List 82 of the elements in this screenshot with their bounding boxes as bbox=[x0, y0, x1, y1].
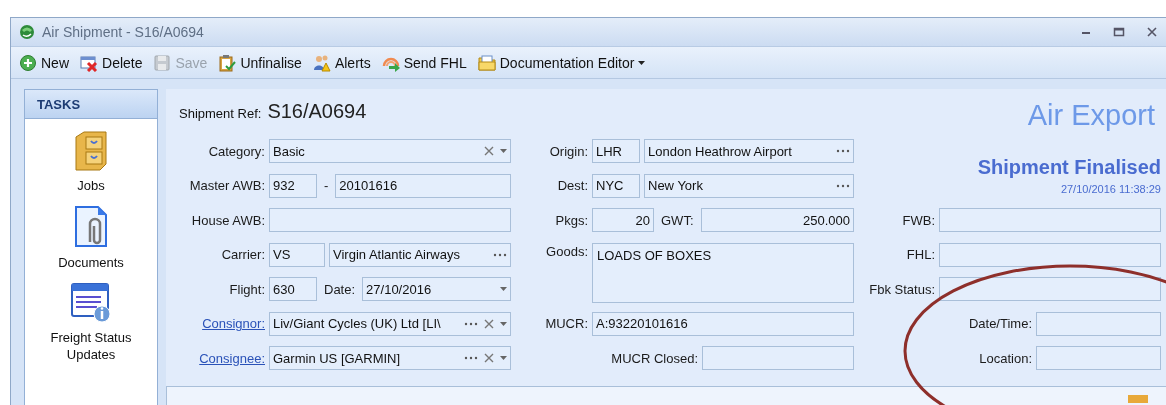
input-field[interactable]: NYC bbox=[592, 173, 640, 198]
field-label: House AWB: bbox=[190, 212, 265, 228]
page-heading: Air Export bbox=[1027, 99, 1155, 132]
toolbar-button[interactable]: Alerts bbox=[310, 51, 373, 74]
ellipsis-icon[interactable] bbox=[464, 356, 478, 361]
combo-field[interactable]: 27/10/2016 bbox=[362, 277, 511, 302]
dropdown-arrow-icon[interactable] bbox=[638, 60, 646, 65]
filing-cabinet-icon bbox=[74, 131, 108, 171]
field-label: GWT: bbox=[660, 212, 695, 228]
input-field[interactable] bbox=[939, 208, 1161, 233]
maximize-icon[interactable] bbox=[1113, 26, 1125, 38]
clear-icon[interactable] bbox=[484, 353, 494, 364]
app-logo-icon bbox=[19, 24, 35, 40]
field-link[interactable]: Consignee: bbox=[199, 350, 265, 366]
task-link[interactable]: Jobs bbox=[77, 177, 105, 194]
field-label: MUCR: bbox=[544, 316, 588, 332]
status-title: Shipment Finalised bbox=[977, 156, 1161, 179]
input-field[interactable] bbox=[1036, 311, 1161, 336]
shipment-ref: S16/A0694 bbox=[267, 100, 367, 122]
field-label: Flight: bbox=[228, 281, 265, 297]
input-field[interactable] bbox=[269, 208, 511, 233]
field-label: Date/Time: bbox=[967, 316, 1032, 332]
field-label: Category: bbox=[207, 143, 265, 159]
field-label: Location: bbox=[978, 350, 1032, 366]
clear-icon[interactable] bbox=[484, 146, 494, 157]
panel-header: TASKS bbox=[25, 90, 157, 119]
field-label: Pkgs: bbox=[554, 212, 588, 228]
input-field[interactable] bbox=[939, 277, 1161, 302]
toolbar-button[interactable]: Unfinalise bbox=[216, 51, 304, 74]
input-field[interactable]: 20 bbox=[592, 208, 654, 233]
ellipsis-icon[interactable] bbox=[464, 321, 478, 326]
field-label: Origin: bbox=[548, 143, 588, 159]
field-label: Carrier: bbox=[220, 247, 265, 263]
window-title: Air Shipment - S16/A0694 bbox=[42, 24, 205, 40]
ellipsis-icon[interactable] bbox=[493, 252, 507, 257]
status-timestamp: 27/10/2016 11:38:29 bbox=[1060, 183, 1161, 195]
text-area[interactable]: LOADS OF BOXES bbox=[592, 242, 854, 303]
task-link[interactable]: Documents bbox=[58, 254, 124, 271]
field-label: MUCR Closed: bbox=[610, 350, 698, 366]
field-label: Date: bbox=[323, 281, 357, 297]
input-field[interactable]: 20101616 bbox=[335, 173, 511, 198]
toolbar-button[interactable]: Documentation Editor bbox=[475, 51, 648, 74]
lookup-field[interactable]: London Heathrow Airport bbox=[644, 139, 854, 164]
toolbar-button[interactable]: Send FHL bbox=[379, 51, 469, 74]
ellipsis-icon[interactable] bbox=[836, 183, 850, 188]
input-field[interactable]: A:93220101616 bbox=[592, 311, 854, 336]
field-label: - bbox=[323, 178, 330, 194]
lookup-field[interactable]: New York bbox=[644, 173, 854, 198]
clipboard-check-icon bbox=[218, 53, 237, 72]
field-label: Shipment Ref: bbox=[179, 106, 262, 121]
lookup-field[interactable]: Virgin Atlantic Airways bbox=[329, 242, 511, 267]
input-field[interactable] bbox=[1036, 346, 1161, 371]
close-icon[interactable] bbox=[1146, 26, 1158, 38]
task-link[interactable]: Freight Status Updates bbox=[31, 329, 151, 363]
field-label: Master AWB: bbox=[188, 178, 265, 194]
field-label: Fbk Status: bbox=[868, 281, 935, 297]
status-list-info-icon bbox=[71, 283, 111, 323]
field-label: FHL: bbox=[905, 247, 935, 263]
ellipsis-icon[interactable] bbox=[836, 149, 850, 154]
field-label: Goods: bbox=[545, 243, 588, 259]
field-label: FWB: bbox=[901, 212, 935, 228]
combo-field[interactable]: Liv/Giant Cycles (UK) Ltd [LI\ bbox=[269, 311, 511, 336]
input-field[interactable]: 250.000 bbox=[700, 208, 854, 233]
plus-icon bbox=[19, 53, 37, 72]
input-field[interactable]: LHR bbox=[592, 139, 640, 164]
field-label: Dest: bbox=[556, 178, 588, 194]
delete-icon bbox=[80, 53, 98, 72]
document-paperclip-icon bbox=[74, 206, 108, 248]
toolbar-button[interactable]: New bbox=[17, 51, 71, 74]
input-field[interactable]: 932 bbox=[269, 173, 317, 198]
field-link[interactable]: Consignor: bbox=[202, 316, 265, 332]
people-warning-icon bbox=[312, 53, 331, 72]
panel-handle-icon[interactable] bbox=[1128, 395, 1148, 403]
input-field[interactable]: 630 bbox=[269, 277, 317, 302]
toolbar-button[interactable]: Delete bbox=[78, 51, 145, 74]
input-field[interactable] bbox=[702, 346, 854, 371]
combo-field[interactable]: Garmin US [GARMIN] bbox=[269, 346, 511, 371]
input-field[interactable] bbox=[939, 242, 1161, 267]
folder-icon bbox=[477, 53, 496, 72]
input-field[interactable]: VS bbox=[269, 242, 325, 267]
clear-icon[interactable] bbox=[484, 318, 494, 329]
combo-field[interactable]: Basic bbox=[269, 139, 511, 164]
